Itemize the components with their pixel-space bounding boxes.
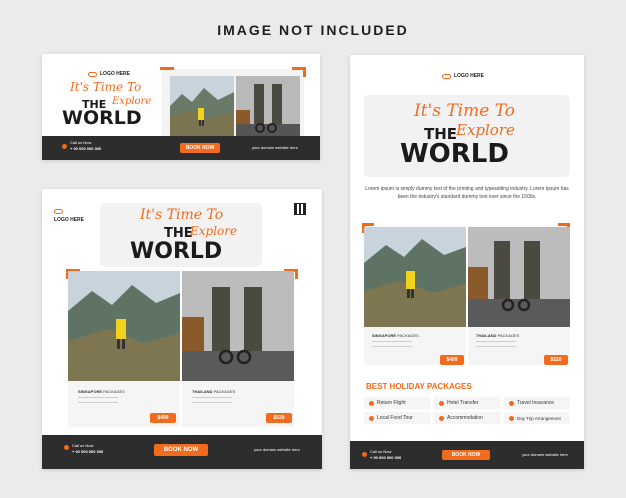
banner-logo: LOGO HERE (88, 71, 130, 77)
flyer-photo-gate (468, 227, 570, 327)
phone-icon (362, 452, 367, 457)
call-label: Call us Now (70, 140, 92, 145)
phone-icon (64, 445, 69, 450)
feature-return-flight: Return Flight (364, 397, 430, 409)
package-lines-2 (192, 397, 232, 403)
square-footer-bar: Call us Now + 00 000 000 000 BOOK NOW yo… (42, 435, 322, 469)
logo-text: LOGO HERE (54, 217, 85, 223)
square-logo: LOGO HERE (54, 209, 84, 223)
package-lines-1 (78, 397, 118, 403)
phone-number: + 00 000 000 000 (70, 146, 102, 151)
feature-local-food-tour: Local Food Tour (364, 412, 430, 424)
logo-text: LOGO HERE (100, 71, 131, 77)
frame-corner (160, 67, 174, 70)
website-text: your domain website here (522, 452, 568, 457)
feature-hotel-transfer: Hotel Transfer (434, 397, 500, 409)
page-header: IMAGE NOT INCLUDED (217, 22, 409, 38)
flyer-card: LOGO HERE It's Time To THE Explore WORLD… (350, 55, 584, 469)
book-now-button[interactable]: BOOK NOW (442, 450, 490, 460)
package-suffix: PACKAGES (397, 333, 419, 338)
package-name: THAILAND (192, 389, 213, 394)
flyer-package-label-2: THAILAND PACKAGES (476, 333, 519, 338)
flyer-description: Lorem ipsum is simply dummy text of the … (365, 186, 569, 200)
feature-label: Hotel Transfer (447, 400, 479, 406)
flyer-price-badge-1: $499 (440, 355, 464, 365)
book-now-button[interactable]: BOOK NOW (154, 444, 208, 456)
qr-code-icon (294, 203, 306, 215)
feature-accommodation: Accommodation (434, 412, 500, 424)
banner-photo-gate (236, 76, 300, 140)
feature-label: Local Food Tour (377, 415, 413, 421)
flyer-headline-script: It's Time To (414, 101, 515, 121)
logo-icon (442, 73, 451, 79)
check-icon (439, 415, 444, 421)
feature-travel-insurance: Travel Insurance (504, 397, 570, 409)
package-name: THAILAND (476, 333, 497, 338)
package-suffix: PACKAGES (103, 389, 125, 394)
banner-photo-mountain (170, 76, 234, 140)
logo-icon (54, 209, 63, 214)
frame-corner (303, 67, 306, 77)
feature-day-trip: Day Trip Arrangement (504, 412, 570, 424)
flyer-package-label-1: SINGAPORE PACKAGES (372, 333, 419, 338)
flyer-logo: LOGO HERE (442, 73, 484, 79)
package-label-2: THAILAND PACKAGES (192, 389, 235, 394)
call-label: Call us Now (370, 449, 392, 454)
holiday-title: BEST HOLIDAY PACKAGES (366, 382, 472, 391)
check-icon (439, 400, 444, 406)
check-icon (509, 415, 514, 421)
package-name: SINGAPORE (78, 389, 103, 394)
square-photo-mountain (68, 271, 180, 381)
flyer-package-lines-2 (476, 341, 516, 347)
banner-headline-world: WORLD (62, 107, 142, 129)
price-badge-2: $520 (266, 413, 292, 423)
book-now-button[interactable]: BOOK NOW (180, 143, 220, 153)
banner-headline-explore: Explore (112, 96, 152, 107)
frame-corner (362, 223, 374, 226)
banner-footer-bar: Call us Now + 00 000 000 000 BOOK NOW yo… (42, 136, 320, 160)
check-icon (369, 400, 374, 406)
square-photo-gate (182, 271, 294, 381)
frame-corner (295, 269, 298, 279)
flyer-price-badge-2: $520 (544, 355, 568, 365)
flyer-footer-bar: Call us Now + 00 000 000 000 BOOK NOW yo… (350, 441, 584, 469)
logo-icon (88, 71, 97, 77)
price-badge-1: $499 (150, 413, 176, 423)
square-headline-script: It's Time To (140, 207, 224, 223)
package-suffix: PACKAGES (497, 333, 520, 338)
check-icon (509, 400, 514, 406)
square-headline-explore: Explore (190, 224, 238, 238)
banner-headline-script: It's Time To (70, 80, 142, 94)
flyer-package-lines-1 (372, 341, 412, 347)
phone-number: + 00 000 000 000 (72, 449, 104, 454)
package-label-1: SINGAPORE PACKAGES (78, 389, 125, 394)
feature-label: Day Trip Arrangement (517, 415, 561, 421)
feature-label: Return Flight (377, 400, 406, 406)
feature-label: Accommodation (447, 415, 483, 421)
flyer-headline-explore: Explore (456, 121, 515, 139)
phone-number: + 00 000 000 000 (370, 455, 402, 460)
check-icon (369, 415, 374, 421)
website-text: your domain website here (254, 447, 300, 452)
website-text: your domain website here (252, 145, 298, 150)
package-name: SINGAPORE (372, 333, 397, 338)
banner-card: LOGO HERE It's Time To THE Explore WORLD… (42, 54, 320, 160)
call-label: Call us Now (72, 443, 94, 448)
phone-icon (62, 144, 67, 149)
logo-text: LOGO HERE (454, 73, 485, 79)
package-suffix: PACKAGES (213, 389, 236, 394)
flyer-photo-mountain (364, 227, 466, 327)
square-post-card: LOGO HERE It's Time To THE Explore WORLD… (42, 189, 322, 469)
feature-label: Travel Insurance (517, 400, 555, 406)
flyer-headline-world: WORLD (400, 139, 509, 169)
square-headline-world: WORLD (130, 239, 223, 264)
